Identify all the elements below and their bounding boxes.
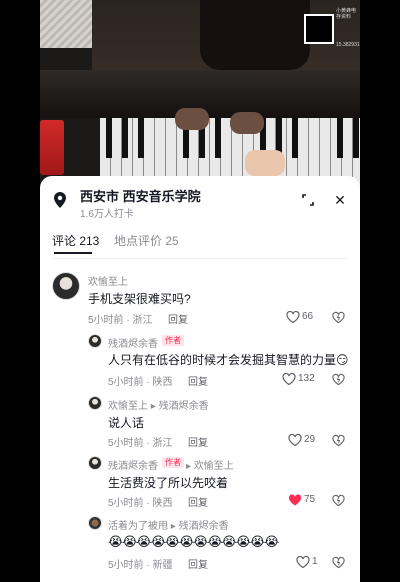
checkin-count: 1.6万人打卡 [80, 209, 134, 220]
location-title: 西安市 西安音乐学院 [80, 189, 201, 204]
curtain-image [40, 0, 92, 48]
like-icon[interactable] [286, 311, 300, 323]
reply-target[interactable]: ▸ 欢愉至上 [186, 457, 234, 472]
tab-underline [54, 252, 92, 254]
screen: 小黄蜂电存资料 15.382931 西安市 西安音乐学院 1.6万人打卡 ✕ 评… [0, 0, 400, 582]
like-icon-active[interactable] [288, 494, 302, 506]
dislike-icon[interactable] [332, 373, 345, 386]
like-count: 132 [298, 373, 315, 384]
like-icon[interactable] [296, 556, 310, 568]
comment-author[interactable]: 残酒烬余香 [108, 457, 158, 472]
avatar[interactable] [88, 396, 102, 410]
qr-code-icon [304, 14, 334, 44]
comment-meta: 5小时前 · 陕西 [108, 377, 173, 388]
comment-meta: 5小时前 · 浙江 [108, 438, 173, 449]
avatar[interactable] [88, 456, 102, 470]
reply-button[interactable]: 回复 [168, 311, 188, 326]
comment-text: 😭😭😭😭😭😭😭😭😭😭😭😭 [108, 534, 279, 549]
piano-reflection [200, 0, 310, 70]
avatar[interactable] [88, 516, 102, 530]
dislike-icon[interactable] [332, 434, 345, 447]
like-count: 29 [304, 434, 316, 445]
foreground-hand [245, 150, 285, 176]
reply-button[interactable]: 回复 [188, 556, 208, 571]
letterbox-right [360, 0, 400, 582]
like-count: 75 [304, 494, 316, 505]
letterbox-left [0, 0, 40, 582]
dislike-icon[interactable] [332, 494, 345, 507]
like-count: 66 [302, 311, 314, 322]
comment-text: 手机支架很难买吗? [88, 292, 191, 306]
comment-meta: 5小时前 · 新疆 [108, 560, 173, 571]
collapse-icon[interactable] [300, 192, 316, 208]
comment-author[interactable]: 欢愉至上 ▸ 残酒烬余香 [108, 397, 209, 412]
avatar[interactable] [52, 272, 80, 300]
divider [52, 258, 348, 259]
comment-text: 人只有在低谷的时候才会发掘其智慧的力量😏 [108, 353, 349, 367]
watermark-text: 小黄蜂电存资料 [336, 8, 357, 20]
tab-comments[interactable]: 评论 213 [52, 232, 99, 249]
dislike-icon[interactable] [332, 311, 345, 324]
avatar[interactable] [88, 334, 102, 348]
comment-author[interactable]: 欢愉至上 [88, 273, 128, 288]
watermark-id: 15.382931 [336, 42, 360, 48]
author-badge: 作者 [162, 335, 184, 346]
reply-button[interactable]: 回复 [188, 494, 208, 509]
close-icon[interactable]: ✕ [332, 192, 348, 208]
tab-place-reviews[interactable]: 地点评价 25 [114, 232, 179, 249]
location-header[interactable]: 西安市 西安音乐学院 1.6万人打卡 ✕ [40, 176, 360, 228]
right-hand [230, 112, 264, 134]
dislike-icon[interactable] [332, 556, 345, 569]
comment-text: 说人话 [108, 416, 145, 430]
like-icon[interactable] [282, 373, 296, 385]
reply-button[interactable]: 回复 [188, 434, 208, 449]
reply-button[interactable]: 回复 [188, 373, 208, 388]
comment-meta: 5小时前 · 浙江 [88, 315, 153, 326]
author-badge: 作者 [162, 457, 184, 468]
like-icon[interactable] [288, 434, 302, 446]
comment-author[interactable]: 残酒烬余香 [108, 335, 158, 350]
red-cup [40, 120, 64, 175]
comment-text: 生活费没了所以先咬着 [108, 476, 229, 490]
comment-meta: 5小时前 · 陕西 [108, 498, 173, 509]
like-count: 1 [312, 556, 318, 567]
comment-sheet: 西安市 西安音乐学院 1.6万人打卡 ✕ 评论 213 地点评价 25 欢愉至上… [40, 176, 360, 582]
location-pin-icon [54, 192, 66, 208]
watermark: 小黄蜂电存资料 15.382931 [302, 4, 360, 48]
left-hand [175, 108, 209, 130]
comment-author[interactable]: 活着为了被甩 ▸ 残酒烬余香 [108, 517, 229, 532]
